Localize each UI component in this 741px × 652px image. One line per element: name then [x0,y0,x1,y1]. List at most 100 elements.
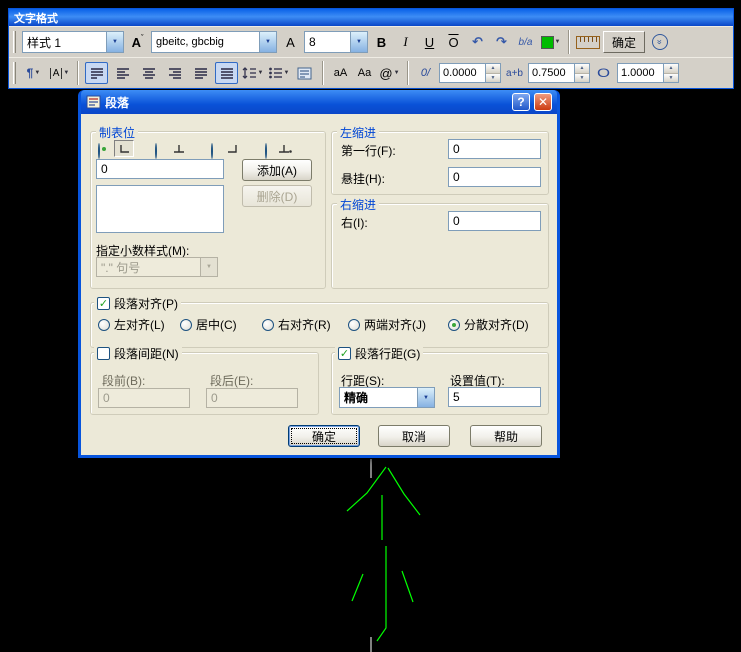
align-left-icon [116,68,129,79]
help-button[interactable]: 帮助 [470,425,542,447]
align-left-radio-item[interactable]: 左对齐(L) [98,316,165,333]
symbol-button[interactable]: @ ▼ [378,62,401,84]
width-factor-spinner[interactable]: 1.0000 ▲ ▼ [617,63,679,83]
spinner-arrows[interactable]: ▲ ▼ [663,64,678,82]
uppercase-button[interactable]: aA [330,62,351,84]
tab-center-icon [169,140,189,157]
cancel-button[interactable]: 取消 [378,425,450,447]
space-after-input: 0 [206,388,298,408]
align-right-radio[interactable] [262,318,274,331]
spinner-arrows[interactable]: ▲ ▼ [574,64,589,82]
line-spacing-checkbox-label[interactable]: ✓ 段落行距(G) [335,345,424,362]
set-value-input[interactable]: 5 [448,387,541,407]
tracking-value[interactable]: 0.7500 [529,64,574,82]
line-spacing-combo[interactable]: 精确 ▼ [339,387,435,408]
lowercase-button[interactable]: Aa [354,62,375,84]
insert-field-icon [297,67,312,79]
align-distribute-radio-item[interactable]: 分散对齐(D) [448,316,529,333]
add-tab-button[interactable]: 添加(A) [242,159,312,181]
numbering-button[interactable]: ▼ [267,62,290,84]
spacing-checkbox-label[interactable]: 段落间距(N) [94,345,182,362]
toolbar-grip[interactable] [13,62,16,84]
line-spacing-checkbox[interactable]: ✓ [338,347,351,360]
italic-button[interactable]: I [395,31,416,53]
ok-toolbar-button[interactable]: 确定 [603,31,646,53]
paragraph-dialog-icon [90,68,103,79]
hanging-input[interactable]: 0 [448,167,541,187]
tracking-spinner[interactable]: 0.7500 ▲ ▼ [528,63,590,83]
tab-right-radio[interactable] [211,143,213,159]
align-left-radio[interactable] [98,318,110,331]
oblique-angle-value[interactable]: 0.0000 [440,64,485,82]
spinner-arrows[interactable]: ▲ ▼ [485,64,500,82]
left-indent-group-label: 左缩进 [337,124,380,141]
spin-down-icon: ▼ [664,73,678,82]
align-center-radio-item[interactable]: 居中(C) [180,316,237,333]
align-justify-button[interactable] [189,62,212,84]
insert-field-button[interactable] [293,62,316,84]
align-right-button[interactable] [163,62,186,84]
align-justify-icon [194,68,207,79]
tab-left-radio[interactable] [98,143,100,159]
right-indent-group-label: 右缩进 [337,196,380,213]
undo-icon[interactable]: ↶ [467,31,488,53]
help-titlebar-button[interactable]: ? [512,93,530,111]
overline-button[interactable]: O [443,31,464,53]
redo-icon[interactable]: ↷ [491,31,512,53]
tab-right-icon [223,140,243,157]
separator [322,61,324,85]
align-justify-radio-item[interactable]: 两端对齐(J) [348,316,426,333]
chevron-down-icon: ▼ [283,70,290,76]
dialog-titlebar[interactable]: 段落 ? ✕ [81,90,557,114]
line-spacing-button[interactable]: ▼ [241,62,264,84]
text-color-button[interactable]: ▼ [539,31,562,53]
width-factor-value[interactable]: 1.0000 [618,64,663,82]
alignment-checkbox[interactable]: ✓ [97,297,110,310]
stack-fraction-icon[interactable]: b/a [515,31,536,53]
tab-center-radio[interactable] [155,143,157,159]
chevron-down-icon[interactable]: ▼ [350,32,367,52]
align-center-button[interactable] [137,62,160,84]
columns-button[interactable]: A ▼ [48,62,71,84]
spin-up-icon: ▲ [486,64,500,74]
tab-decimal-radio[interactable] [265,143,267,159]
tab-stops-list[interactable] [96,185,224,233]
align-center-icon [142,68,155,79]
close-button[interactable]: ✕ [534,93,552,111]
decimal-style-combo: "." 句号 ▼ [96,257,218,277]
paragraph-options-button[interactable]: ¶ ▼ [22,62,45,84]
align-distribute-radio[interactable] [448,318,460,331]
toolbar-grip[interactable] [13,31,16,53]
chevron-down-icon: ▼ [393,70,400,76]
style-combo[interactable]: 样式 1 ▼ [22,31,124,53]
options-button[interactable]: » [648,31,671,53]
right-indent-input[interactable]: 0 [448,211,541,231]
size-combo[interactable]: 8 ▼ [304,31,368,53]
spacing-checkbox[interactable] [97,347,110,360]
align-center-radio[interactable] [180,318,192,331]
chevron-down-icon: ▼ [257,70,264,76]
font-combo[interactable]: gbeitc, gbcbig ▼ [151,31,277,53]
align-right-radio-item[interactable]: 右对齐(R) [262,316,331,333]
cad-stroke [401,570,414,603]
align-left-button[interactable] [111,62,134,84]
ok-button[interactable]: 确定 [288,425,360,447]
bold-button[interactable]: B [371,31,392,53]
align-justify-radio[interactable] [348,318,360,331]
separator [407,61,409,85]
align-distribute-button[interactable] [215,62,238,84]
chevron-down-icon[interactable]: ▼ [106,32,123,52]
tab-position-input[interactable]: 0 [96,159,224,179]
chevron-down-icon[interactable]: ▼ [259,32,276,52]
ruler-toggle-button[interactable] [576,31,600,53]
text-format-titlebar[interactable]: 文字格式 [9,9,733,26]
spin-up-icon: ▲ [575,64,589,74]
first-line-input[interactable]: 0 [448,139,541,159]
font-combo-value: gbeitc, gbcbig [156,36,224,48]
paragraph-dialog-button[interactable] [85,62,108,84]
alignment-checkbox-label[interactable]: ✓ 段落对齐(P) [94,295,181,312]
underline-button[interactable]: U [419,31,440,53]
dialog-body: 制表位 0 添加(A) 删除(D) 指定小数样式(M): "." 句号 ▼ 左缩… [81,114,557,455]
oblique-angle-spinner[interactable]: 0.0000 ▲ ▼ [439,63,501,83]
chevron-down-icon[interactable]: ▼ [417,388,434,407]
